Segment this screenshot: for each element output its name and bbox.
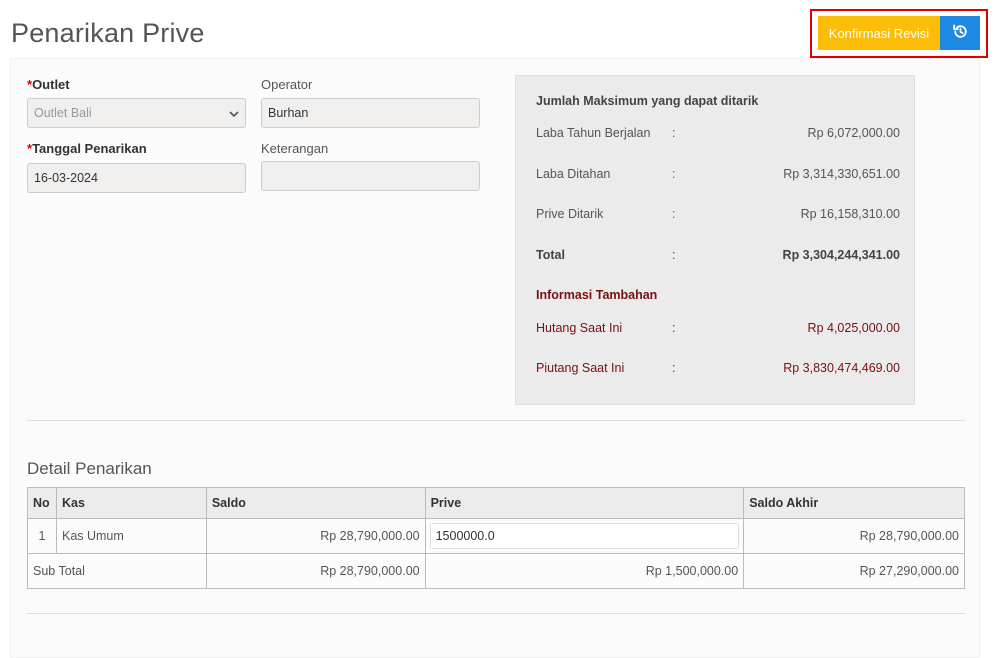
history-icon	[952, 23, 969, 43]
detail-title: Detail Penarikan	[27, 459, 152, 478]
subtotal-row: Sub Total Rp 28,790,000.00 Rp 1,500,000.…	[27, 553, 965, 589]
summary-row: Laba Tahun Berjalan : Rp 6,072,000.00	[536, 126, 900, 140]
main-panel: *Outlet Outlet Bali Operator Burhan *Tan…	[10, 58, 980, 658]
keterangan-label: Keterangan	[261, 141, 329, 156]
page-title: Penarikan Prive	[11, 18, 205, 48]
konfirmasi-revisi-button[interactable]: Konfirmasi Revisi	[818, 16, 940, 50]
summary-row: Piutang Saat Ini : Rp 3,830,474,469.00	[536, 361, 900, 375]
outlet-label: *Outlet	[27, 77, 70, 92]
col-no: No	[27, 487, 57, 519]
subtotal-prive: Rp 1,500,000.00	[424, 553, 745, 589]
col-prive: Prive	[424, 487, 745, 519]
operator-field[interactable]: Burhan	[261, 98, 480, 128]
history-button[interactable]	[940, 16, 980, 50]
divider	[27, 420, 965, 421]
subtotal-saldo-akhir: Rp 27,290,000.00	[743, 553, 965, 589]
summary-title: Jumlah Maksimum yang dapat ditarik	[536, 94, 759, 108]
table-header-row: No Kas Saldo Prive Saldo Akhir	[27, 487, 965, 519]
summary-row: Laba Ditahan : Rp 3,314,330,651.00	[536, 167, 900, 181]
detail-table: No Kas Saldo Prive Saldo Akhir 1 Kas Umu…	[27, 487, 965, 589]
row-saldo-akhir: Rp 28,790,000.00	[743, 518, 965, 554]
col-kas: Kas	[55, 487, 207, 519]
divider	[27, 613, 965, 614]
toolbar-actions: Konfirmasi Revisi	[810, 9, 988, 58]
summary-row: Prive Ditarik : Rp 16,158,310.00	[536, 207, 900, 221]
summary-box: Jumlah Maksimum yang dapat ditarik Laba …	[515, 75, 915, 405]
prive-input[interactable]	[429, 523, 740, 549]
summary-row: Hutang Saat Ini : Rp 4,025,000.00	[536, 321, 900, 335]
row-prive-cell	[424, 518, 745, 554]
extra-info-title: Informasi Tambahan	[536, 288, 658, 302]
subtotal-saldo: Rp 28,790,000.00	[205, 553, 426, 589]
chevron-down-icon	[229, 108, 239, 118]
col-saldo-akhir: Saldo Akhir	[743, 487, 965, 519]
row-no: 1	[27, 518, 57, 554]
operator-label: Operator	[261, 77, 313, 92]
summary-total-row: Total : Rp 3,304,244,341.00	[536, 248, 900, 262]
row-kas: Kas Umum	[55, 518, 207, 554]
table-row: 1 Kas Umum Rp 28,790,000.00 Rp 28,790,00…	[27, 518, 965, 554]
tanggal-field[interactable]: 16-03-2024	[27, 163, 246, 193]
row-saldo: Rp 28,790,000.00	[205, 518, 426, 554]
keterangan-field[interactable]	[261, 161, 480, 191]
tanggal-label: *Tanggal Penarikan	[27, 141, 147, 156]
subtotal-label: Sub Total	[27, 553, 207, 589]
col-saldo: Saldo	[205, 487, 426, 519]
outlet-select[interactable]: Outlet Bali	[27, 98, 246, 128]
